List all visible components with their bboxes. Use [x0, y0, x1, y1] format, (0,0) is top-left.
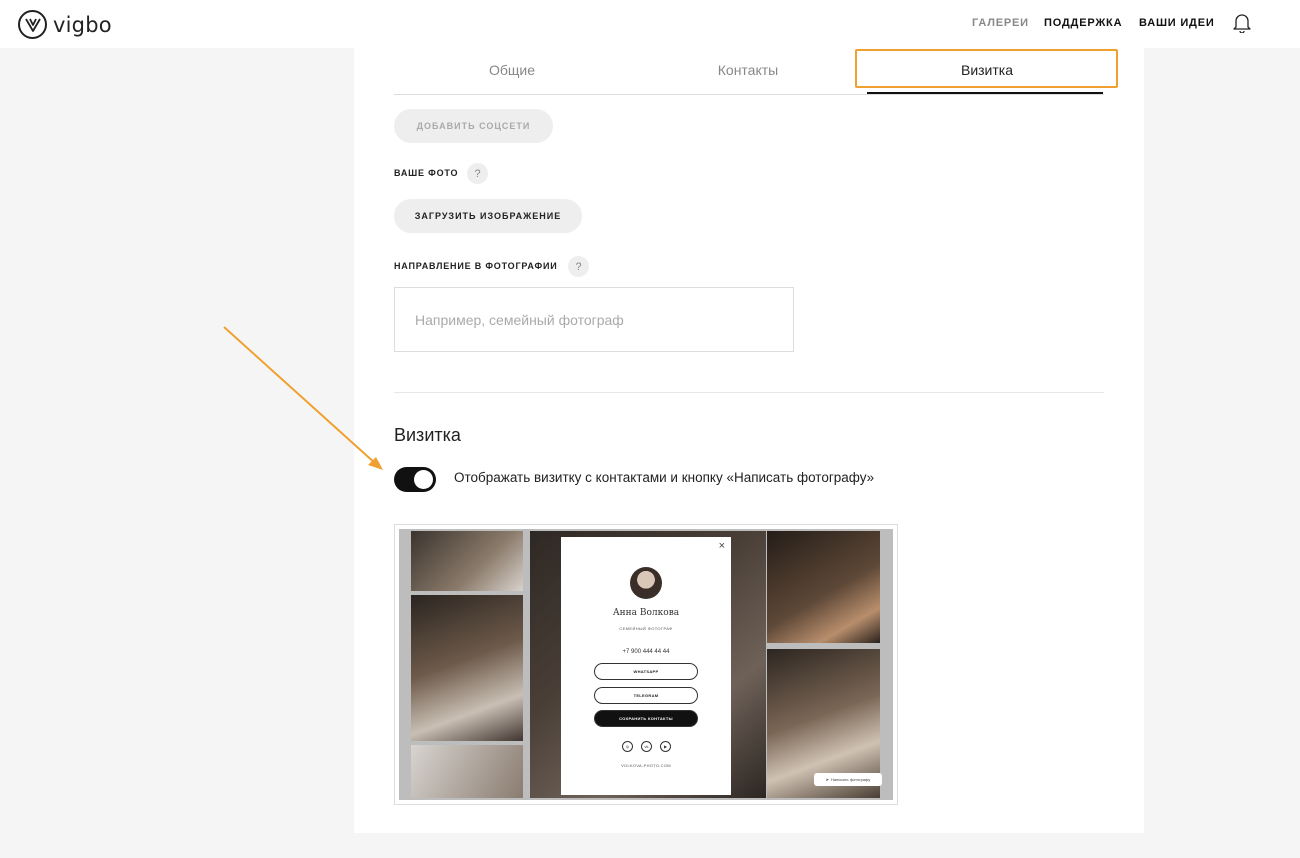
telegram-button: TELEGRAM — [594, 687, 698, 704]
photographer-phone: +7 900 444 44 44 — [622, 649, 670, 655]
photo-label: ВАШЕ ФОТО — [394, 168, 459, 178]
direction-input[interactable] — [394, 287, 794, 352]
social-icons: ◎ vk ▶ — [622, 741, 671, 752]
save-contacts-button: СОХРАНИТЬ КОНТАКТЫ — [594, 710, 698, 727]
nav-support[interactable]: ПОДДЕРЖКА — [1044, 17, 1122, 29]
vigbo-logo-icon — [18, 10, 47, 39]
send-icon: ➤ — [825, 777, 830, 782]
collage-photo — [411, 531, 523, 591]
card-preview: × Анна Волкова СЕМЕЙНЫЙ ФОТОГРАФ +7 900 … — [394, 524, 898, 805]
write-photographer-button: ➤ Написать фотографу — [814, 773, 882, 786]
photographer-name: Анна Волкова — [612, 608, 680, 618]
youtube-icon: ▶ — [660, 741, 671, 752]
instagram-icon: ◎ — [622, 741, 633, 752]
photographer-role: СЕМЕЙНЫЙ ФОТОГРАФ — [619, 626, 673, 631]
close-icon[interactable]: × — [719, 540, 725, 552]
card-section-title: Визитка — [394, 425, 461, 445]
collage-photo — [411, 745, 523, 798]
vk-icon: vk — [641, 741, 652, 752]
tab-contacts[interactable]: Контакты — [630, 62, 866, 78]
collage-photo — [411, 595, 523, 741]
active-tab-underline — [867, 92, 1103, 94]
card-toggle-label: Отображать визитку с контактами и кнопку… — [454, 470, 875, 485]
tabs-divider — [394, 94, 1104, 95]
photographer-site: VOLKOVA-PHOTO.COM — [621, 763, 671, 768]
vigbo-logo[interactable]: vigbo — [18, 10, 112, 39]
nav-galleries[interactable]: ГАЛЕРЕИ — [972, 17, 1029, 29]
whatsapp-button: WHATSAPP — [594, 663, 698, 680]
bell-icon[interactable] — [1233, 13, 1251, 38]
write-photographer-label: Написать фотографу — [831, 777, 871, 782]
tab-highlight-box — [855, 49, 1118, 88]
upload-image-button[interactable]: ЗАГРУЗИТЬ ИЗОБРАЖЕНИЕ — [394, 199, 582, 233]
business-card-popup: × Анна Волкова СЕМЕЙНЫЙ ФОТОГРАФ +7 900 … — [561, 537, 731, 795]
direction-label: НАПРАВЛЕНИЕ В ФОТОГРАФИИ — [394, 261, 558, 271]
photo-help-icon[interactable]: ? — [467, 163, 488, 184]
nav-ideas[interactable]: ВАШИ ИДЕИ — [1139, 17, 1215, 29]
avatar — [630, 567, 662, 599]
toggle-knob — [414, 470, 433, 489]
direction-help-icon[interactable]: ? — [568, 256, 589, 277]
section-divider — [394, 392, 1104, 393]
add-social-button[interactable]: ДОБАВИТЬ СОЦСЕТИ — [394, 109, 553, 143]
card-toggle[interactable] — [394, 467, 436, 492]
collage-photo — [767, 531, 880, 643]
preview-collage: × Анна Волкова СЕМЕЙНЫЙ ФОТОГРАФ +7 900 … — [399, 529, 893, 800]
tab-general[interactable]: Общие — [394, 62, 630, 78]
top-bar: vigbo ГАЛЕРЕИ ПОДДЕРЖКА ВАШИ ИДЕИ — [0, 0, 1300, 48]
logo-text: vigbo — [53, 12, 112, 37]
